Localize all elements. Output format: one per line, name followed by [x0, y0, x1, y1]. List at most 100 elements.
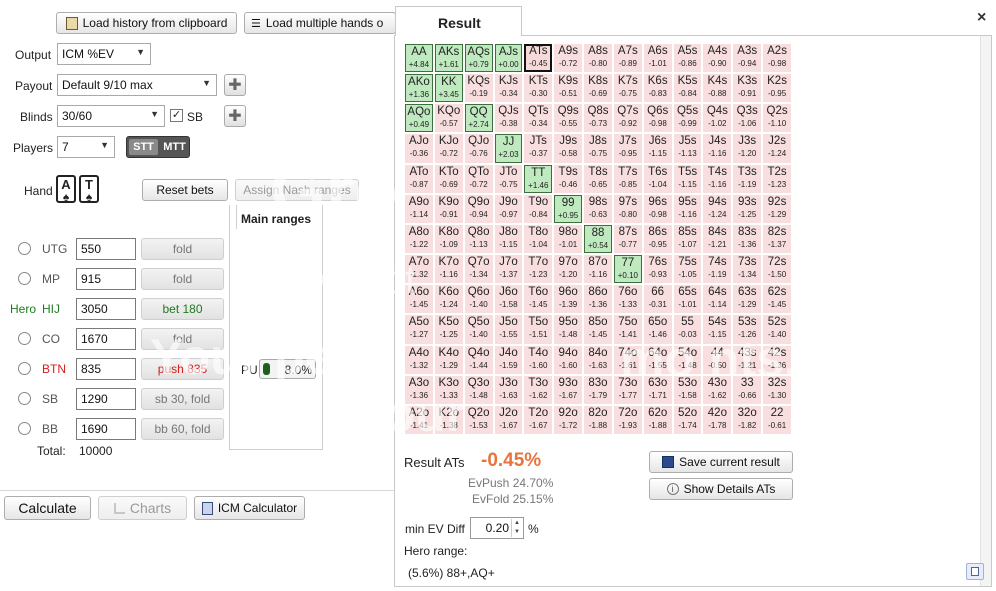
hand-cell-99[interactable]: 99 +0.95: [554, 194, 583, 223]
hand-cell-95s[interactable]: 95s -1.16: [673, 194, 702, 223]
mtt-toggle[interactable]: MTT: [160, 137, 189, 157]
hand-cell-K9s[interactable]: K9s -0.51: [554, 74, 583, 103]
hand-cell-74s[interactable]: 74s -1.19: [703, 255, 732, 284]
hand-cell-QJo[interactable]: QJo -0.76: [464, 134, 493, 163]
hand-cell-J9o[interactable]: J9o -0.97: [494, 194, 523, 223]
hand-cell-33[interactable]: 33 -0.66: [733, 375, 762, 404]
hand-cell-JTs[interactable]: JTs -0.37: [524, 134, 553, 163]
hand-cell-Q8s[interactable]: Q8s -0.73: [584, 104, 612, 133]
hand-cell-T7o[interactable]: T7o -1.23: [524, 255, 553, 284]
hand-cell-J3s[interactable]: J3s -1.20: [733, 134, 762, 163]
hand-cell-75s[interactable]: 75s -1.05: [673, 255, 702, 284]
hand-cell-65o[interactable]: 65o -1.46: [643, 315, 672, 344]
stack-input[interactable]: 1290: [76, 388, 136, 410]
hero-radio[interactable]: [18, 422, 31, 435]
hand-cell-63o[interactable]: 63o -1.71: [643, 375, 672, 404]
hand-cell-J5s[interactable]: J5s -1.13: [673, 134, 702, 163]
hand-cell-98o[interactable]: 98o -1.01: [554, 224, 583, 254]
hand-cell-Q8o[interactable]: Q8o -1.13: [464, 224, 493, 254]
hand-cell-A4s[interactable]: A4s -0.90: [703, 44, 732, 73]
result-tab[interactable]: Result: [395, 6, 522, 36]
hand-cell-88[interactable]: 88 +0.54: [584, 224, 612, 254]
hand-cell-T5s[interactable]: T5s -1.15: [673, 164, 702, 193]
hand-cell-82s[interactable]: 82s -1.37: [763, 224, 791, 254]
hand-cell-Q4s[interactable]: Q4s -1.02: [703, 104, 732, 133]
hand-cell-AJo[interactable]: AJo -0.36: [405, 134, 433, 163]
hand-cell-63s[interactable]: 63s -1.29: [733, 285, 762, 314]
hand-cell-42o[interactable]: 42o -1.78: [703, 405, 732, 434]
hand-cell-AA[interactable]: AA +4.84: [405, 44, 433, 73]
hand-cell-KJo[interactable]: KJo -0.72: [434, 134, 463, 163]
hand-cell-Q6o[interactable]: Q6o -1.40: [464, 285, 493, 314]
hand-cell-J8s[interactable]: J8s -0.75: [584, 134, 612, 163]
hand-cell-65s[interactable]: 65s -1.01: [673, 285, 702, 314]
hand-cell-62s[interactable]: 62s -1.45: [763, 285, 791, 314]
stt-toggle[interactable]: STT: [129, 139, 158, 155]
hand-cell-43s[interactable]: 43s -1.21: [733, 345, 762, 374]
calculate-button[interactable]: Calculate: [4, 496, 91, 520]
result-scrollbar[interactable]: [980, 36, 991, 586]
hand-cell-Q5o[interactable]: Q5o -1.40: [464, 315, 493, 344]
hand-cell-J2s[interactable]: J2s -1.24: [763, 134, 791, 163]
hand-cell-Q3o[interactable]: Q3o -1.48: [464, 375, 493, 404]
hand-cell-T9o[interactable]: T9o -0.84: [524, 194, 553, 223]
hand-cell-T8s[interactable]: T8s -0.65: [584, 164, 612, 193]
hand-cell-KTs[interactable]: KTs -0.30: [524, 74, 553, 103]
hand-cell-J2o[interactable]: J2o -1.67: [494, 405, 523, 434]
hole-card-1[interactable]: A ♠: [56, 175, 76, 203]
hand-cell-Q9s[interactable]: Q9s -0.55: [554, 104, 583, 133]
hand-cell-92s[interactable]: 92s -1.29: [763, 194, 791, 223]
spinner-icon[interactable]: ▲ ▼: [511, 519, 522, 537]
hand-cell-K7o[interactable]: K7o -1.16: [434, 255, 463, 284]
hand-cell-87s[interactable]: 87s -0.77: [613, 224, 642, 254]
hand-cell-J9s[interactable]: J9s -0.58: [554, 134, 583, 163]
stack-input[interactable]: 550: [76, 238, 136, 260]
stt-mtt-toggle[interactable]: STT MTT: [126, 136, 190, 158]
hand-cell-32s[interactable]: 32s -1.30: [763, 375, 791, 404]
hand-cell-A3o[interactable]: A3o -1.36: [405, 375, 433, 404]
hand-cell-73s[interactable]: 73s -1.34: [733, 255, 762, 284]
hand-cell-82o[interactable]: 82o -1.88: [584, 405, 612, 434]
hand-cell-J4o[interactable]: J4o -1.59: [494, 345, 523, 374]
charts-button[interactable]: Charts: [98, 496, 187, 520]
hand-cell-K2s[interactable]: K2s -0.95: [763, 74, 791, 103]
hand-cell-JJ[interactable]: JJ +2.03: [494, 134, 523, 163]
icm-calculator-button[interactable]: ICM Calculator: [194, 496, 305, 520]
hand-cell-73o[interactable]: 73o -1.77: [613, 375, 642, 404]
hand-cell-K8s[interactable]: K8s -0.69: [584, 74, 612, 103]
hero-radio[interactable]: [18, 362, 31, 375]
hand-cell-K4s[interactable]: K4s -0.88: [703, 74, 732, 103]
hand-cell-84o[interactable]: 84o -1.63: [584, 345, 612, 374]
payout-select[interactable]: Default 9/10 max ▼: [57, 74, 217, 96]
load-multiple-hands-button[interactable]: ☰ Load multiple hands o: [244, 12, 396, 34]
hand-cell-Q7s[interactable]: Q7s -0.92: [613, 104, 642, 133]
hole-card-2[interactable]: T ♠: [79, 175, 99, 203]
hand-cell-76s[interactable]: 76s -0.93: [643, 255, 672, 284]
hand-cell-85s[interactable]: 85s -1.07: [673, 224, 702, 254]
hand-cell-A9o[interactable]: A9o -1.14: [405, 194, 433, 223]
hand-cell-T3s[interactable]: T3s -1.19: [733, 164, 762, 193]
hand-cell-QQ[interactable]: QQ +2.74: [464, 104, 493, 133]
show-details-button[interactable]: i Show Details ATs: [649, 478, 793, 500]
hand-cell-22[interactable]: 22 -0.61: [763, 405, 791, 434]
action-button[interactable]: push 835: [141, 358, 224, 380]
sb-checkbox[interactable]: ✓: [170, 109, 183, 122]
hand-cell-T9s[interactable]: T9s -0.46: [554, 164, 583, 193]
hand-cell-K3o[interactable]: K3o -1.33: [434, 375, 463, 404]
hand-cell-A9s[interactable]: A9s -0.72: [554, 44, 583, 73]
hand-cell-54o[interactable]: 54o -1.48: [673, 345, 702, 374]
hand-cell-75o[interactable]: 75o -1.41: [613, 315, 642, 344]
hand-cell-Q3s[interactable]: Q3s -1.06: [733, 104, 762, 133]
action-button[interactable]: fold: [141, 238, 224, 260]
assign-nash-ranges-button[interactable]: Assign Nash ranges: [235, 179, 359, 201]
hand-cell-A6s[interactable]: A6s -1.01: [643, 44, 672, 73]
hand-cell-53s[interactable]: 53s -1.26: [733, 315, 762, 344]
hand-cell-T4s[interactable]: T4s -1.16: [703, 164, 732, 193]
hand-cell-A8s[interactable]: A8s -0.80: [584, 44, 612, 73]
hand-cell-72s[interactable]: 72s -1.50: [763, 255, 791, 284]
hand-cell-44[interactable]: 44 -0.50: [703, 345, 732, 374]
hand-cell-Q2s[interactable]: Q2s -1.10: [763, 104, 791, 133]
hand-cell-J5o[interactable]: J5o -1.55: [494, 315, 523, 344]
hand-cell-95o[interactable]: 95o -1.48: [554, 315, 583, 344]
hand-cell-T6s[interactable]: T6s -1.04: [643, 164, 672, 193]
